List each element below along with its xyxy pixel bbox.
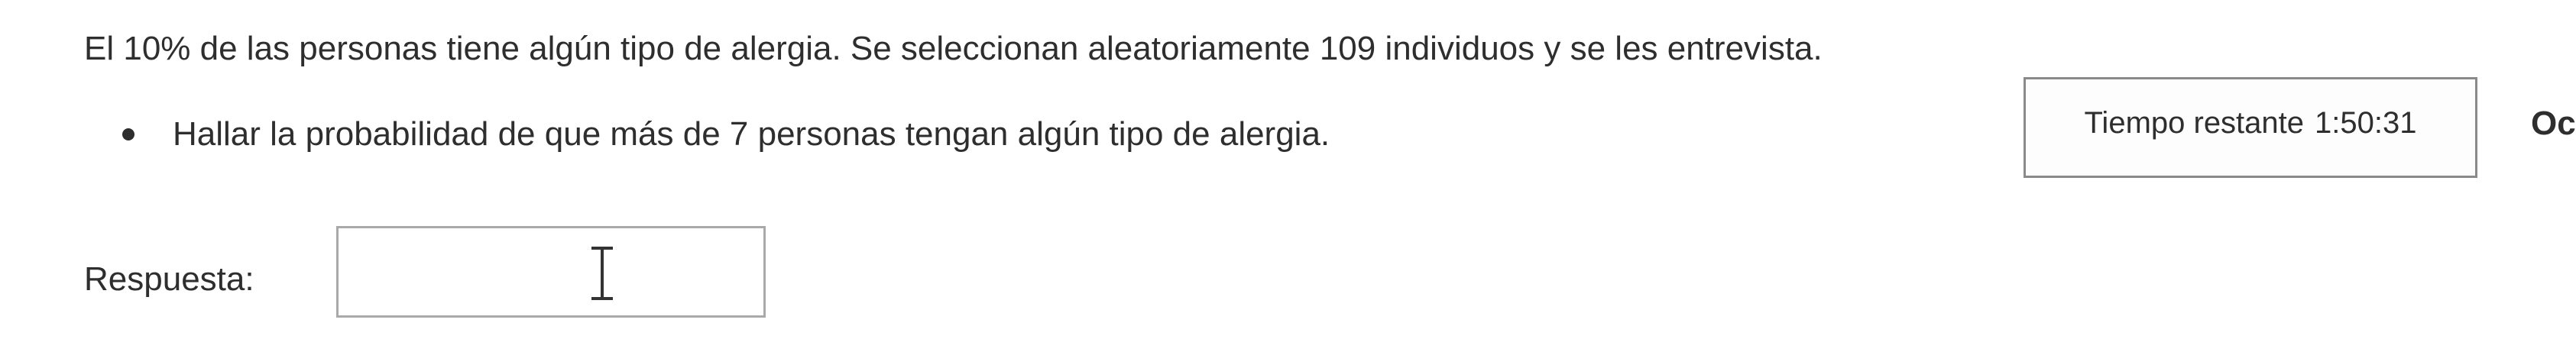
quiz-page: El 10% de las personas tiene algún tipo …: [0, 0, 2576, 352]
question-text: El 10% de las personas tiene algún tipo …: [84, 30, 1823, 67]
answer-input[interactable]: [336, 226, 766, 318]
task-text: Hallar la probabilidad de que más de 7 p…: [173, 115, 1330, 153]
text-cursor-icon: [591, 247, 613, 300]
timer-value: 1:50:31: [2315, 106, 2417, 140]
timer-label: Tiempo restante: [2084, 106, 2305, 140]
answer-label: Respuesta:: [84, 260, 254, 298]
timer-box: Tiempo restante 1:50:31: [2024, 77, 2477, 178]
hide-timer-button[interactable]: Ocultar: [2531, 102, 2576, 145]
task-item: Hallar la probabilidad de que más de 7 p…: [122, 113, 1330, 156]
bullet-icon: [122, 128, 134, 140]
